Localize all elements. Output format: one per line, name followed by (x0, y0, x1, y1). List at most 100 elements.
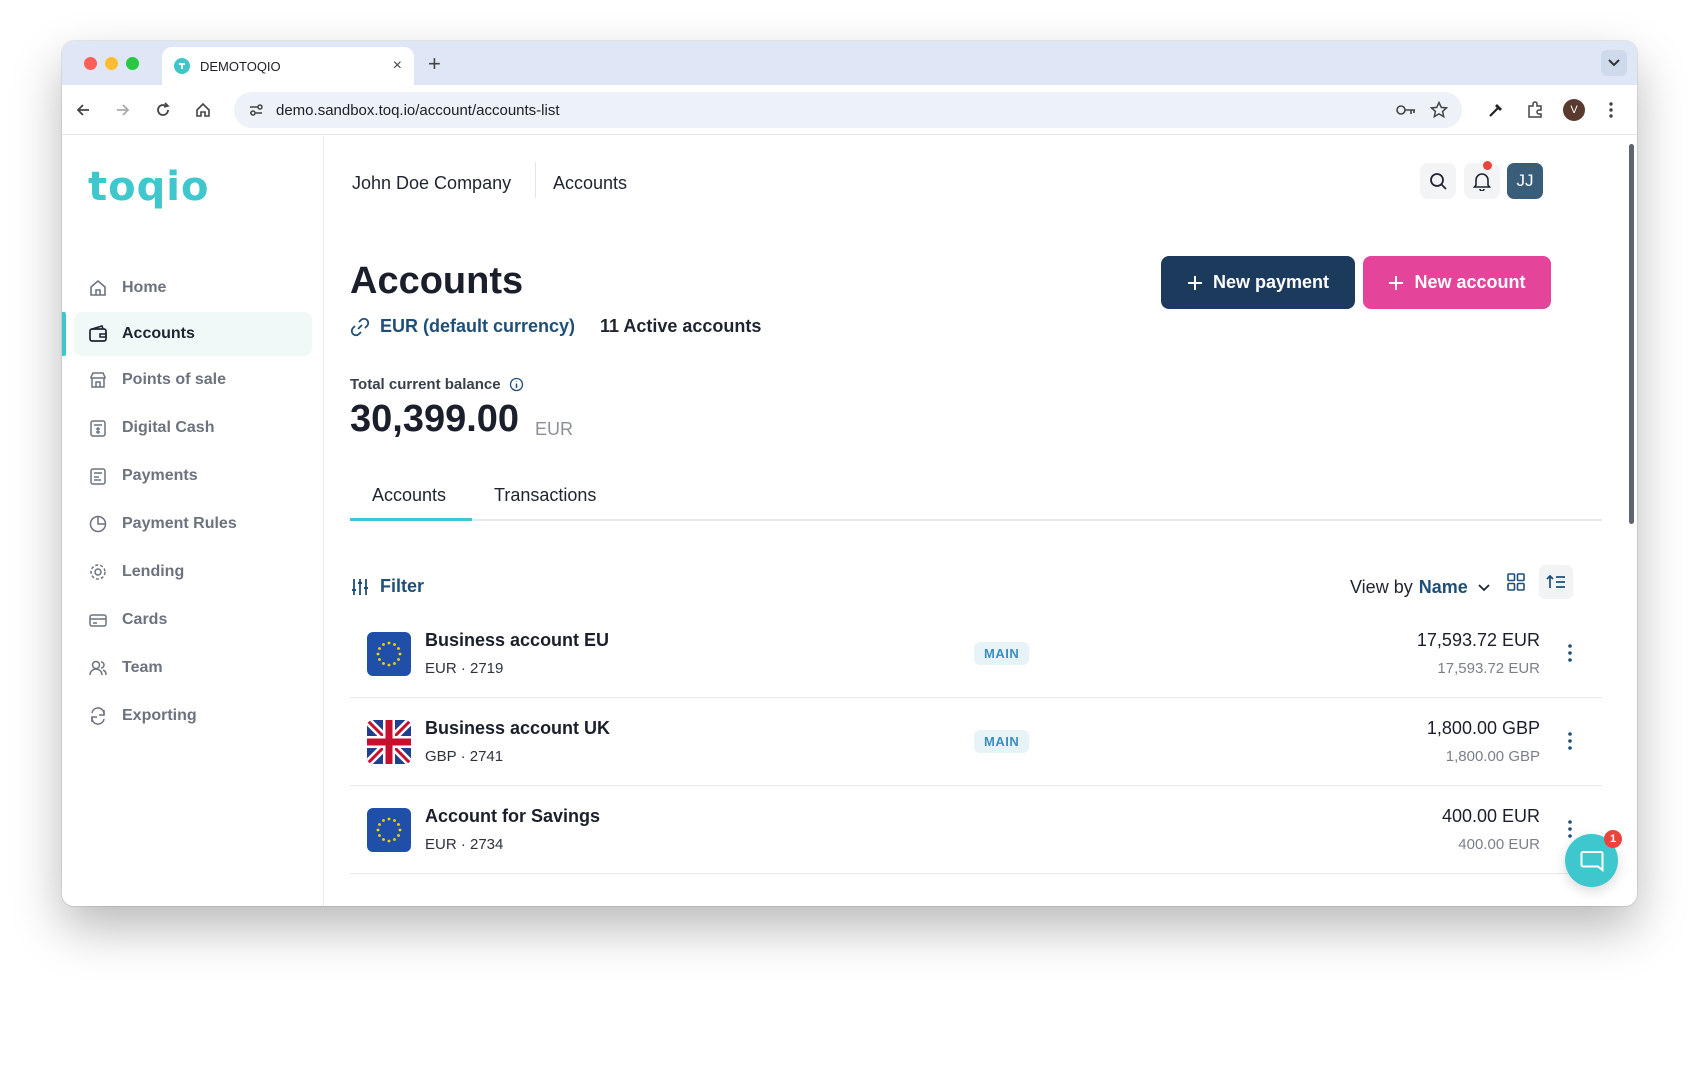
extensions-button[interactable] (1522, 97, 1548, 123)
sidebar-item-label: Digital Cash (122, 419, 215, 436)
content-tabs: Accounts Transactions (350, 471, 1602, 521)
new-payment-button[interactable]: New payment (1161, 256, 1355, 309)
profile-avatar: V (1563, 99, 1585, 121)
account-balance-converted: 17,593.72 EUR (1437, 660, 1540, 677)
browser-toolbar: demo.sandbox.toq.io/account/accounts-lis… (62, 85, 1637, 135)
account-actions-button[interactable] (1560, 726, 1580, 756)
filter-button[interactable]: Filter (350, 576, 424, 597)
sidebar-item-lending[interactable]: Lending (74, 550, 312, 594)
eyedropper-extension-button[interactable] (1483, 97, 1509, 123)
toqio-app: toqio Home Accounts Points of sale Digit… (62, 136, 1637, 906)
link-icon (350, 317, 370, 336)
browser-menu-button[interactable] (1598, 97, 1624, 123)
sidebar-item-team[interactable]: Team (74, 646, 312, 690)
breadcrumb-divider (535, 162, 536, 198)
profile-button[interactable]: V (1561, 97, 1587, 123)
sidebar-item-label: Team (122, 659, 163, 676)
sidebar-item-home[interactable]: Home (74, 266, 312, 310)
url-text: demo.sandbox.toq.io/account/accounts-lis… (276, 101, 560, 119)
tab-close-icon[interactable]: × (393, 57, 402, 75)
view-by-dropdown[interactable]: View by Name (1350, 577, 1490, 598)
main-badge: MAIN (974, 730, 1030, 753)
home-icon (90, 279, 106, 296)
home-button[interactable] (190, 97, 216, 123)
bookmark-star-icon[interactable] (1430, 101, 1448, 119)
reload-icon (157, 102, 170, 116)
sliders-icon (352, 578, 368, 595)
store-icon (90, 372, 106, 388)
account-row[interactable]: Business account UK GBP · 2741 MAIN 1,80… (350, 698, 1602, 786)
list-view-button[interactable] (1539, 565, 1573, 599)
grid-view-button[interactable] (1499, 565, 1533, 599)
new-account-label: New account (1414, 272, 1526, 292)
sidebar-item-points-of-sale[interactable]: Points of sale (74, 358, 312, 402)
digital-cash-icon (90, 420, 106, 437)
sidebar-item-payment-rules[interactable]: Payment Rules (74, 502, 312, 546)
new-tab-button[interactable]: + (428, 51, 441, 77)
close-window-button[interactable] (84, 57, 97, 70)
address-bar[interactable]: demo.sandbox.toq.io/account/accounts-lis… (234, 92, 1462, 128)
account-balance: 400.00 EUR (1441, 806, 1540, 826)
toqio-favicon-icon (174, 58, 190, 74)
team-icon (89, 660, 107, 676)
chevron-down-icon (1478, 583, 1490, 591)
card-icon (89, 614, 107, 627)
sidebar-item-exporting[interactable]: Exporting (74, 694, 312, 738)
search-button[interactable] (1420, 163, 1456, 199)
chevron-down-icon (1608, 59, 1620, 67)
password-key-icon[interactable] (1396, 103, 1416, 117)
back-button[interactable] (70, 97, 96, 123)
tab-transactions[interactable]: Transactions (494, 485, 596, 506)
eu-flag-icon (367, 808, 411, 852)
sidebar-item-label: Cards (122, 611, 168, 628)
page-scrollbar[interactable] (1629, 144, 1634, 524)
browser-tab[interactable]: DEMOTOQIO × (162, 47, 414, 85)
view-by-value: Name (1418, 577, 1468, 597)
breadcrumb-page: Accounts (553, 173, 628, 193)
tab-search-button[interactable] (1601, 50, 1627, 76)
forward-button[interactable] (110, 97, 136, 123)
account-currency-number: EUR · 2719 (425, 660, 504, 677)
sidebar-item-label: Accounts (122, 325, 195, 342)
maximize-window-button[interactable] (126, 57, 139, 70)
sidebar-item-accounts[interactable]: Accounts (74, 312, 312, 356)
pie-icon (89, 515, 107, 533)
default-currency-label: EUR (default currency) (380, 316, 576, 336)
breadcrumb-company[interactable]: John Doe Company (352, 173, 511, 194)
user-avatar[interactable]: JJ (1507, 163, 1543, 199)
toqio-logo[interactable]: toqio (88, 164, 209, 210)
refresh-icon (91, 707, 105, 725)
account-currency-number: EUR · 2734 (425, 836, 504, 853)
arrow-left-icon (76, 104, 89, 116)
account-balance: 17,593.72 EUR (1416, 630, 1540, 650)
total-balance-label-text: Total current balance (350, 376, 501, 393)
sidebar-item-label: Points of sale (122, 371, 227, 388)
notifications-button[interactable] (1464, 163, 1500, 199)
site-settings-icon[interactable] (248, 102, 264, 118)
minimize-window-button[interactable] (105, 57, 118, 70)
eu-flag-icon (367, 632, 411, 676)
sidebar-item-cards[interactable]: Cards (74, 598, 312, 642)
view-by-prefix: View by (1350, 577, 1413, 597)
default-currency-link[interactable]: EUR (default currency) (350, 316, 575, 337)
chat-unread-badge: 1 (1604, 830, 1622, 848)
tab-accounts[interactable]: Accounts (372, 485, 446, 506)
sort-list-icon (1546, 574, 1565, 588)
main-badge: MAIN (974, 642, 1030, 665)
reload-button[interactable] (150, 97, 176, 123)
page-title: Accounts (350, 260, 524, 302)
sidebar: toqio Home Accounts Points of sale Digit… (62, 136, 324, 906)
active-nav-indicator (62, 312, 66, 356)
account-row[interactable]: Account for Savings EUR · 2734 400.00 EU… (350, 786, 1602, 874)
sidebar-item-digital-cash[interactable]: Digital Cash (74, 406, 312, 450)
account-row[interactable]: Business account EU EUR · 2719 MAIN 17,5… (350, 610, 1602, 698)
new-account-button[interactable]: New account (1363, 256, 1551, 309)
account-balance-converted: 1,800.00 GBP (1445, 748, 1540, 765)
notification-dot (1483, 161, 1492, 170)
sidebar-item-payments[interactable]: Payments (74, 454, 312, 498)
vertical-dots-icon (1609, 102, 1613, 118)
account-actions-button[interactable] (1560, 638, 1580, 668)
eyedropper-icon (1489, 104, 1502, 117)
main-content: John Doe Company Accounts JJ Accounts EU… (325, 136, 1637, 906)
info-icon[interactable] (509, 377, 524, 392)
